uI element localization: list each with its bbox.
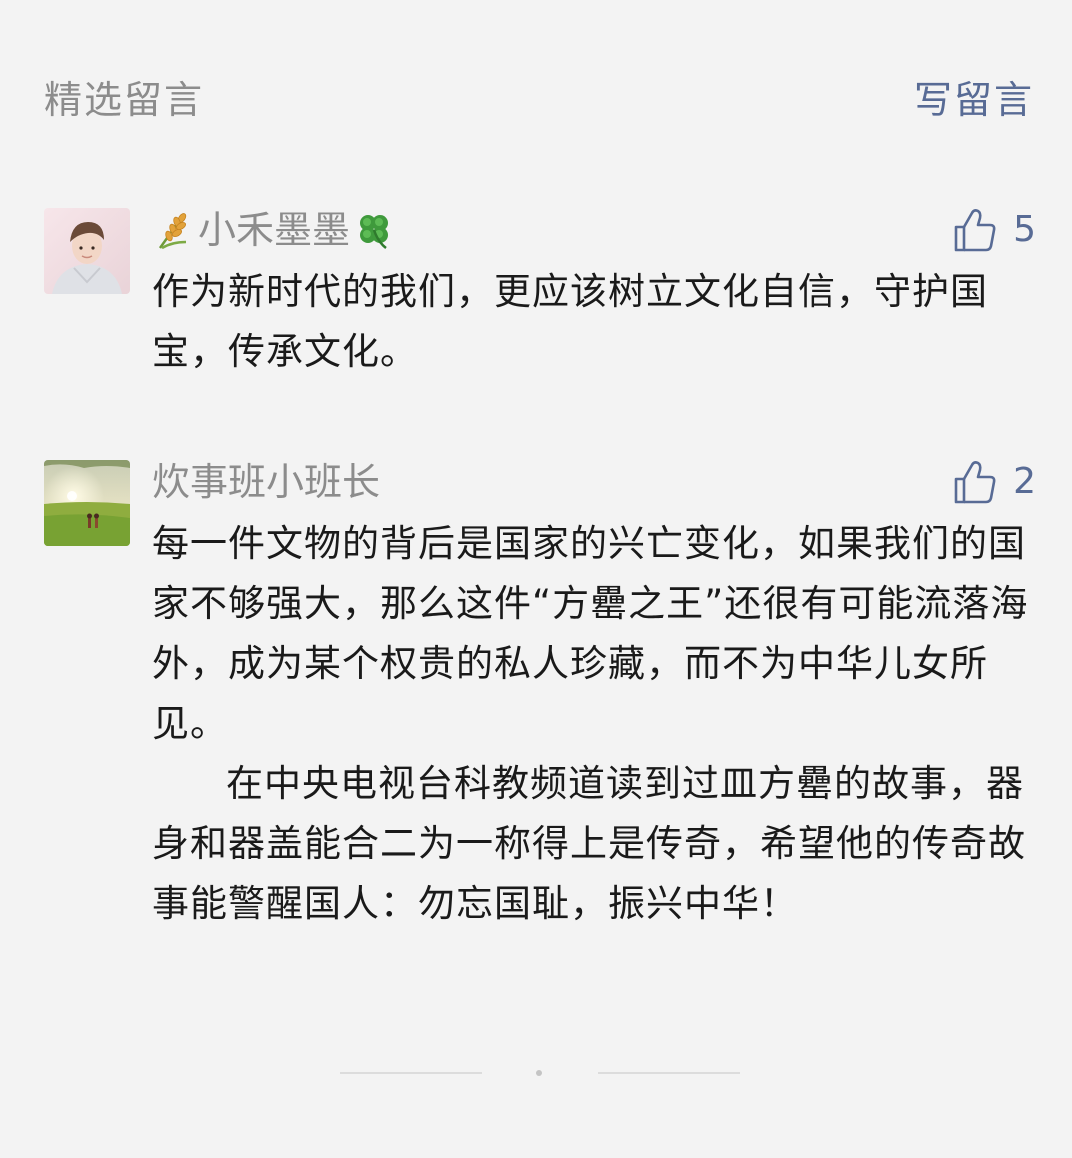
write-comment-link[interactable]: 写留言	[914, 72, 1034, 128]
section-title: 精选留言	[44, 78, 205, 122]
like-count: 5	[1013, 209, 1036, 250]
thumbs-up-icon	[954, 209, 996, 252]
nickname: 小禾墨墨	[198, 208, 351, 252]
divider-dot	[536, 1070, 542, 1076]
end-of-list-indicator	[340, 1070, 740, 1076]
divider	[598, 1072, 740, 1074]
avatar[interactable]	[44, 460, 130, 546]
nickname-row: 小禾墨墨	[152, 208, 1036, 252]
four-leaf-clover-icon	[352, 208, 396, 252]
comments-header: 精选留言 写留言	[44, 72, 1034, 128]
nickname-row: 炊事班小班长	[152, 460, 1036, 504]
comment-body: 炊事班小班长 2 每一件文物的背后是国家的兴亡变化，如果我们的国家不够强大，那么…	[152, 460, 1036, 934]
comment-paragraph: 每一件文物的背后是国家的兴亡变化，如果我们的国家不够强大，那么这件“方罍之王”还…	[152, 522, 1029, 745]
thumbs-up-icon	[954, 461, 996, 504]
comment-paragraph: 在中央电视台科教频道读到过皿方罍的故事，器身和器盖能合二为一称得上是传奇，希望他…	[152, 762, 1026, 925]
comment-paragraph: 作为新时代的我们，更应该树立文化自信，守护国宝，传承文化。	[152, 270, 988, 373]
comment-content: 作为新时代的我们，更应该树立文化自信，守护国宝，传承文化。	[152, 262, 1036, 382]
rice-ear-icon	[152, 208, 196, 252]
like-button[interactable]: 2	[953, 456, 1036, 508]
avatar[interactable]	[44, 208, 130, 294]
comment-content: 每一件文物的背后是国家的兴亡变化，如果我们的国家不够强大，那么这件“方罍之王”还…	[152, 514, 1036, 934]
comment-body: 小禾墨墨 5 作为新时代的我们，更应该树立文化自信，守护国宝，传承文化。	[152, 208, 1036, 382]
like-button[interactable]: 5	[953, 204, 1036, 256]
nickname: 炊事班小班长	[152, 460, 381, 504]
like-count: 2	[1013, 461, 1036, 502]
divider	[340, 1072, 482, 1074]
